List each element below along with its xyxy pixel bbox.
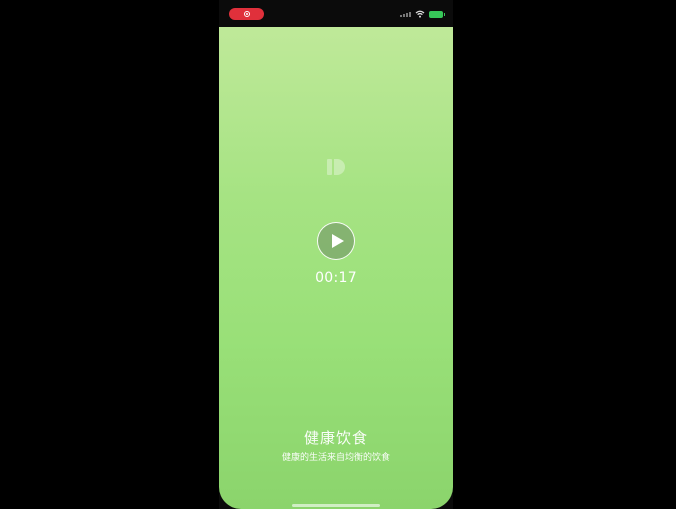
video-duration: 00:17 bbox=[315, 270, 357, 286]
cellular-signal-icon bbox=[400, 11, 411, 17]
video-subtitle: 健康的生活来自均衡的饮食 bbox=[281, 453, 390, 463]
status-bar bbox=[219, 0, 453, 27]
play-button[interactable] bbox=[317, 222, 355, 260]
record-icon bbox=[243, 11, 250, 17]
battery-charging-icon bbox=[429, 10, 445, 18]
home-indicator[interactable] bbox=[292, 504, 380, 507]
status-icons bbox=[400, 10, 445, 18]
video-screen[interactable]: 00:17 健康饮食 健康的生活来自均衡的饮食 bbox=[219, 27, 453, 509]
app-logo-icon bbox=[327, 159, 345, 175]
screen-recording-stage: 00:17 健康饮食 健康的生活来自均衡的饮食 bbox=[0, 0, 676, 509]
play-icon bbox=[331, 234, 344, 248]
screen-recording-indicator[interactable] bbox=[229, 8, 264, 20]
phone-frame: 00:17 健康饮食 健康的生活来自均衡的饮食 bbox=[219, 0, 453, 509]
video-title: 健康饮食 bbox=[303, 429, 368, 447]
wifi-icon bbox=[415, 10, 425, 18]
